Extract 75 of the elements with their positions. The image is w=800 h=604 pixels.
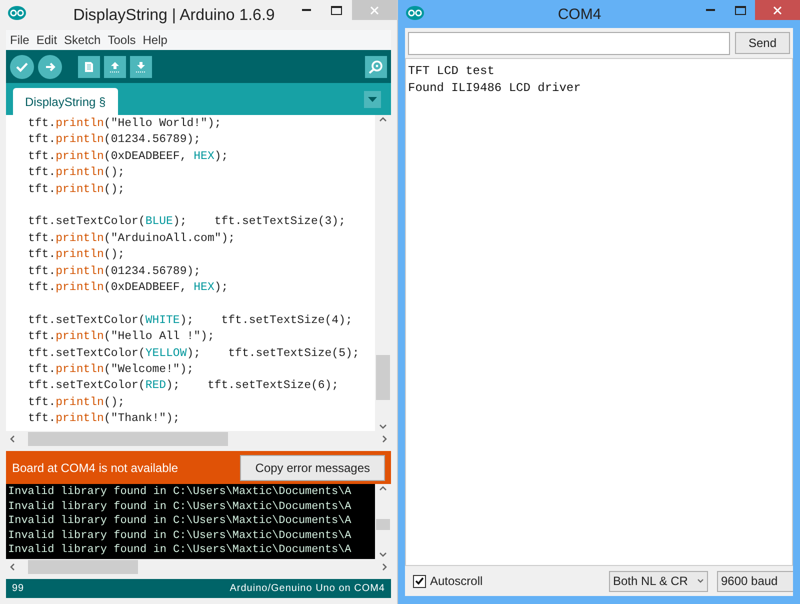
code-line: tft.println(0xDEADBEEF, HEX); [28,148,228,165]
save-button[interactable] [130,56,152,78]
code-line: tft.setTextColor(BLUE); tft.setTextSize(3); [28,214,346,230]
baud-rate-dropdown[interactable]: 9600 baud [717,570,793,592]
board-status: Arduino/Genuino Uno on COM4 [230,582,385,596]
chevron-down-icon [697,579,704,583]
code-line: tft.println(01234.56789); [28,264,201,280]
open-button[interactable] [104,56,126,78]
menu-item[interactable]: Sketch [64,31,101,49]
up-arrow-icon [109,60,121,72]
code-line: tft.println(); [28,182,125,198]
scrollbar-thumb[interactable] [28,560,138,574]
code-line: tft.println("Welcome!"); [28,362,194,378]
output-line: TFT LCD test [408,63,494,80]
tab-menu-button[interactable] [364,90,381,108]
message-input-field[interactable] [408,32,730,55]
down-arrow-icon [135,60,147,72]
copy-error-button[interactable]: Copy error messages [240,454,385,480]
checkmark-icon [415,577,424,585]
console-line: Invalid library found in C:\Users\Maxtic\Documents\A [8,528,352,544]
up-chevron-icon [379,486,387,491]
line-ending-dropdown[interactable]: Both NL & CR [609,570,708,592]
code-line: tft.println("Hello All !"); [28,329,214,346]
code-line: tft.println(); [28,247,125,264]
code-line: tft.setTextColor(YELLOW); tft.setTextSize(5); [28,346,360,362]
output-line: Found ILI9486 LCD driver [408,80,581,97]
send-button[interactable]: Send [735,32,790,54]
right-arrow-icon [44,62,56,72]
console-line: Invalid library found in C:\Users\Maxtic\Documents\A [8,500,352,514]
logo-icon [406,6,424,20]
file-tab[interactable]: DisplayString § [13,88,118,115]
checkbox[interactable] [413,574,426,588]
upload-button[interactable] [38,54,62,78]
code-line: tft.println("Thank!"); [28,411,180,428]
code-line: tft.println(); [28,394,125,411]
code-line: tft.println("Hello World!"); [28,116,222,132]
right-chevron-icon [382,435,387,443]
new-button[interactable] [78,56,100,78]
close-icon [370,6,379,14]
error-message: Board at COM4 is not available [12,460,178,476]
code-line: tft.println(0xDEADBEEF, HEX); [28,280,228,296]
logo-icon [8,6,26,20]
window-title: COM4 [556,5,602,25]
up-chevron-icon [379,117,387,122]
menu-item[interactable]: Edit [36,31,58,49]
menu-item[interactable]: Help [142,31,168,49]
down-chevron-icon [379,552,387,557]
close-button[interactable] [755,0,800,20]
scrollbar-thumb[interactable] [376,519,390,530]
left-chevron-icon [10,435,15,443]
caret-icon [368,96,377,102]
left-chevron-icon [10,563,15,571]
menu-item[interactable]: Tools [108,31,136,49]
console-line: Invalid library found in C:\Users\Maxtic\Documents\A [8,543,352,558]
checkmark-icon [16,62,28,72]
scrollbar-thumb[interactable] [376,355,390,400]
down-chevron-icon [379,424,387,429]
code-line: tft.println(); [28,165,125,182]
document-icon [84,60,94,72]
serial-monitor-button[interactable] [365,56,387,78]
magnifier-icon [368,60,384,74]
code-line: tft.setTextColor(WHITE); tft.setTextSize(4); [28,312,352,329]
console-line: Invalid library found in C:\Users\Maxtic\Documents\A [8,485,352,500]
close-icon [773,6,782,14]
scrollbar-thumb[interactable] [28,432,228,446]
verify-button[interactable] [10,54,34,78]
right-chevron-icon [382,563,387,571]
checkbox-label: Autoscroll [430,573,483,590]
code-line: tft.setTextColor(RED); tft.setTextSize(6); [28,378,339,394]
window-title: DisplayString | Arduino 1.6.9 [72,6,275,26]
menu-item[interactable]: File [10,31,30,49]
line-number: 99 [12,582,24,596]
code-line: tft.println(01234.56789); [28,132,201,148]
console-line: Invalid library found in C:\Users\Maxtic\Documents\A [8,514,352,529]
code-line: tft.println("ArduinoAll.com"); [28,230,236,247]
